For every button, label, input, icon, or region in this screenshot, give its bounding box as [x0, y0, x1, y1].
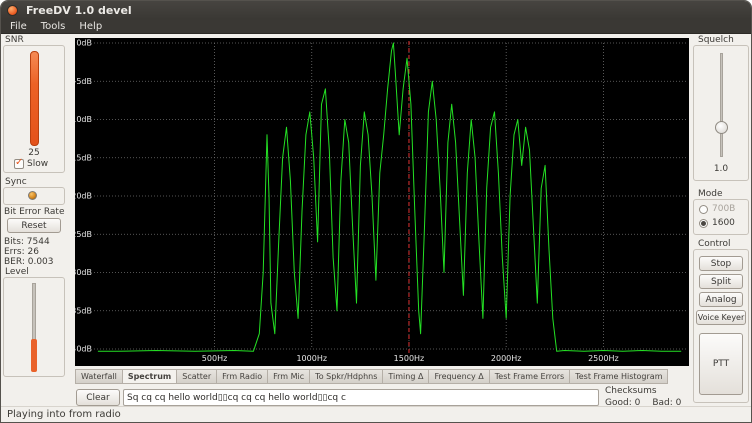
analog-button[interactable]: Analog [699, 292, 743, 307]
svg-text:-25dB: -25dB [75, 230, 92, 239]
slow-checkbox-label: Slow [27, 159, 48, 169]
titlebar: FreeDV 1.0 devel [1, 1, 751, 19]
mode-label: Mode [698, 189, 723, 199]
mode-radio-1600[interactable]: 1600 [699, 218, 735, 228]
status-bar: Playing into from radio [1, 406, 751, 422]
svg-text:500Hz: 500Hz [202, 354, 227, 363]
tab-test-frame-errors[interactable]: Test Frame Errors [489, 369, 569, 384]
radio-700b-icon[interactable] [699, 205, 708, 214]
checksums-label: Checksums [605, 386, 691, 396]
slow-checkbox-row: Slow [14, 159, 48, 169]
tab-scatter[interactable]: Scatter [176, 369, 216, 384]
slow-checkbox[interactable] [14, 159, 24, 169]
menu-tools[interactable]: Tools [41, 21, 66, 32]
squelch-slider-handle[interactable] [715, 121, 728, 134]
tab-test-frame-histogram[interactable]: Test Frame Histogram [569, 369, 668, 384]
tab-waterfall[interactable]: Waterfall [75, 369, 122, 384]
menu-help[interactable]: Help [79, 21, 102, 32]
clear-button[interactable]: Clear [76, 389, 120, 406]
radio-1600-label: 1600 [712, 218, 735, 228]
sync-label: Sync [5, 177, 27, 187]
snr-gauge [30, 51, 39, 146]
level-slider-fill[interactable] [31, 339, 37, 372]
svg-text:-10dB: -10dB [75, 115, 92, 124]
voice-keyer-button[interactable]: Voice Keyer [696, 310, 746, 325]
squelch-value: 1.0 [693, 164, 749, 174]
spectrum-svg[interactable]: 0dB -5dB -10dB -15dB -20dB -25dB -30dB -35dB -40… [75, 38, 689, 366]
ber-section-label: Bit Error Rate [4, 207, 65, 217]
bits-count: Bits: 7544 [4, 237, 50, 247]
svg-text:-35dB: -35dB [75, 306, 92, 315]
tab-frequency[interactable]: Frequency Δ [428, 369, 488, 384]
freedv-window: FreeDV 1.0 devel File Tools Help SNR 25 … [0, 0, 752, 423]
tab-bar: WaterfallSpectrumScatterFrm RadioFrm Mic… [75, 369, 668, 384]
tab-frm-radio[interactable]: Frm Radio [216, 369, 267, 384]
errors-count: Errs: 26 [4, 247, 39, 257]
tx-text-input[interactable] [123, 389, 599, 406]
svg-text:0dB: 0dB [76, 39, 92, 48]
ber-value: BER: 0.003 [4, 257, 54, 267]
svg-text:1500Hz: 1500Hz [394, 354, 425, 363]
svg-text:-15dB: -15dB [75, 153, 92, 162]
snr-label: SNR [5, 35, 24, 45]
level-label: Level [5, 267, 29, 277]
squelch-label: Squelch [698, 35, 734, 45]
tab-frm-mic[interactable]: Frm Mic [267, 369, 309, 384]
svg-text:-5dB: -5dB [75, 77, 92, 86]
mode-radio-700b[interactable]: 700B [699, 204, 735, 214]
svg-text:-30dB: -30dB [75, 268, 92, 277]
checksums-block: Checksums Good: 0 Bad: 0 [605, 386, 691, 408]
squelch-slider-track[interactable] [720, 53, 723, 157]
svg-text:1000Hz: 1000Hz [296, 354, 327, 363]
tab-to-spkr-hdphns[interactable]: To Spkr/Hdphns [309, 369, 382, 384]
svg-text:2500Hz: 2500Hz [588, 354, 619, 363]
tab-spectrum[interactable]: Spectrum [122, 369, 176, 384]
menu-file[interactable]: File [10, 21, 27, 32]
split-button[interactable]: Split [699, 274, 743, 289]
window-title: FreeDV 1.0 devel [26, 4, 132, 17]
radio-700b-label: 700B [712, 204, 735, 214]
svg-text:-40dB: -40dB [75, 345, 92, 354]
spectrum-plot[interactable]: 0dB -5dB -10dB -15dB -20dB -25dB -30dB -35dB -40… [75, 38, 689, 366]
tab-timing[interactable]: Timing Δ [382, 369, 428, 384]
svg-text:2000Hz: 2000Hz [491, 354, 522, 363]
sync-led-indicator [28, 191, 37, 200]
stop-button[interactable]: Stop [699, 256, 743, 271]
menubar: File Tools Help [1, 19, 751, 34]
radio-1600-icon[interactable] [699, 219, 708, 228]
control-label: Control [698, 239, 731, 249]
svg-text:-20dB: -20dB [75, 192, 92, 201]
ptt-button[interactable]: PTT [699, 333, 743, 395]
reset-button[interactable]: Reset [7, 218, 61, 233]
status-text: Playing into from radio [7, 409, 121, 420]
close-button[interactable] [7, 5, 18, 16]
snr-value: 25 [3, 148, 65, 158]
